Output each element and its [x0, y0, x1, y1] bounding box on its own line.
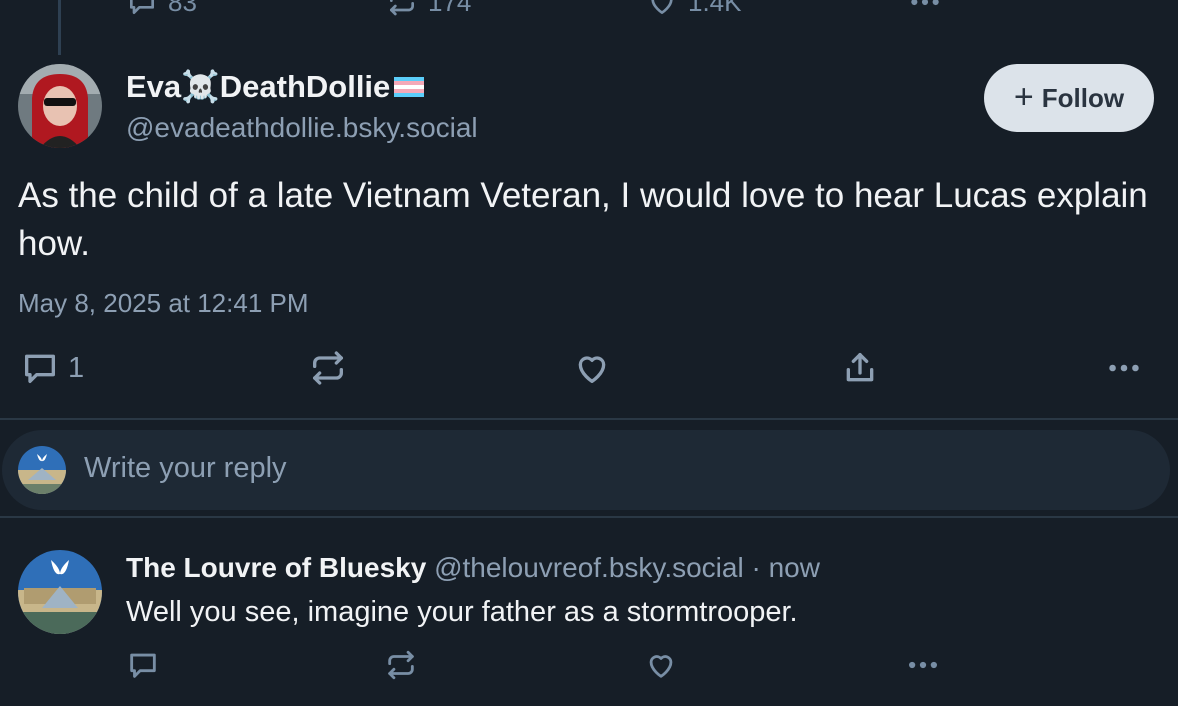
reply-icon [20, 348, 60, 388]
plus-icon: + [1013, 77, 1034, 116]
post-actions: 1 [0, 344, 1178, 394]
reply-header: The Louvre of Bluesky @thelouvreof.bsky.… [126, 552, 820, 584]
reply-author-avatar[interactable] [18, 550, 102, 634]
author-handle[interactable]: @evadeathdollie.bsky.social [126, 112, 478, 144]
divider [0, 418, 1178, 420]
like-icon [572, 348, 612, 388]
author-avatar[interactable] [18, 64, 102, 148]
repost-button[interactable] [308, 348, 348, 388]
more-icon [904, 648, 942, 682]
previous-post-actions: 83 174 1.4K [0, 0, 1178, 18]
reply-text: Well you see, imagine your father as a s… [126, 596, 798, 628]
reply-button[interactable]: 1 [20, 348, 84, 388]
author-name-row[interactable]: Eva☠️DeathDollie [126, 68, 425, 105]
reply-repost-button[interactable] [384, 648, 418, 682]
divider [0, 516, 1178, 518]
previous-like-count: 1.4K [688, 0, 742, 17]
post-timestamp: May 8, 2025 at 12:41 PM [18, 288, 309, 318]
reply-more-button[interactable] [904, 648, 942, 682]
previous-reply-count: 83 [168, 0, 197, 17]
follow-label: Follow [1041, 82, 1125, 113]
trans-flag-icon [394, 69, 425, 105]
previous-reply-button[interactable]: 83 [126, 0, 197, 18]
reply-composer[interactable]: Write your reply [2, 430, 1170, 510]
share-icon [840, 348, 880, 388]
reply-actions [0, 648, 1178, 688]
more-options-button[interactable] [1104, 348, 1144, 388]
previous-repost-count: 174 [428, 0, 472, 17]
follow-button[interactable]: + Follow [984, 64, 1154, 132]
reply-count: 1 [68, 351, 85, 384]
repost-icon [386, 0, 418, 18]
like-icon [646, 0, 678, 18]
post-text: As the child of a late Vietnam Veteran, … [18, 176, 1148, 263]
like-button[interactable] [572, 348, 612, 388]
reply-like-button[interactable] [644, 648, 678, 682]
like-icon [644, 648, 678, 682]
repost-icon [308, 348, 348, 388]
reply-author-name[interactable]: The Louvre of Bluesky [126, 552, 426, 583]
reply-icon [126, 648, 160, 682]
previous-like-button[interactable]: 1.4K [646, 0, 742, 18]
reply-icon [126, 0, 158, 18]
repost-icon [384, 648, 418, 682]
current-user-avatar [18, 446, 66, 494]
author-display-name: Eva☠️DeathDollie [126, 69, 391, 104]
more-icon [906, 0, 944, 18]
reply-input-placeholder[interactable]: Write your reply [84, 452, 287, 485]
reply-time: now [768, 552, 820, 583]
share-button[interactable] [840, 348, 880, 388]
reply-reply-button[interactable] [126, 648, 160, 682]
previous-repost-button[interactable]: 174 [386, 0, 471, 18]
reply-author-handle[interactable]: @thelouvreof.bsky.social [434, 552, 744, 583]
reply-separator: · [743, 552, 769, 583]
previous-more-button[interactable] [906, 0, 944, 18]
more-icon [1104, 348, 1144, 388]
